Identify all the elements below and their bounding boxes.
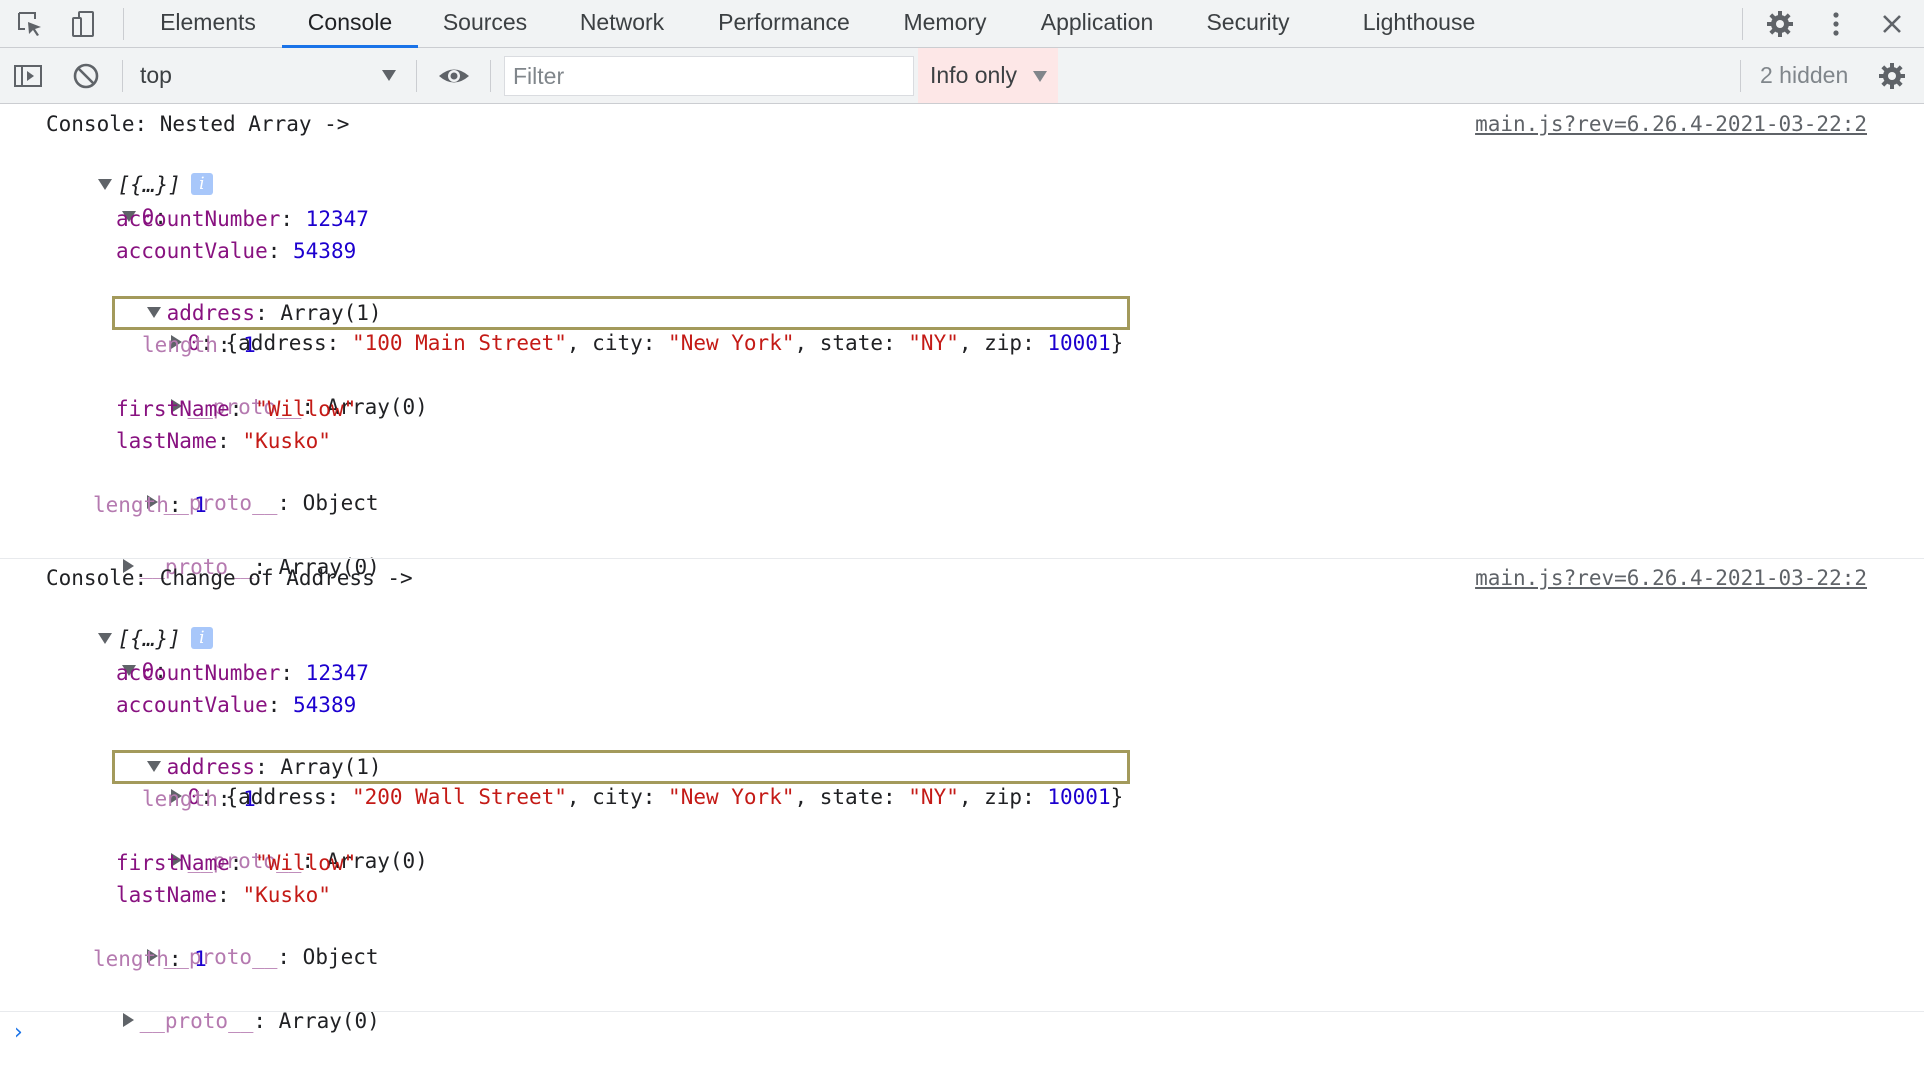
live-expression-eye-icon[interactable] (436, 58, 472, 94)
property-array-proto[interactable]: __proto__: Array(0) (72, 976, 380, 1033)
property-object-proto[interactable]: __proto__: Object (96, 458, 379, 515)
console-toolbar: top Info only 2 hidden (0, 48, 1924, 104)
context-selector[interactable]: top (140, 58, 402, 92)
property-array-length: length: 1 (93, 947, 207, 971)
collapsed-triangle-icon (122, 1013, 134, 1027)
property-address-length: length: 1 (142, 333, 256, 357)
property-array-proto[interactable]: __proto__: Array(0) (72, 522, 380, 579)
clear-console-icon[interactable] (68, 58, 104, 94)
message-divider (0, 1011, 1924, 1012)
tab-performance[interactable]: Performance (706, 0, 862, 48)
tree-toggle-root[interactable]: [{…}] i (47, 594, 213, 651)
filter-input[interactable] (504, 56, 914, 96)
property-address[interactable]: address: Array(1) (96, 722, 382, 779)
show-sidebar-icon[interactable] (10, 58, 46, 94)
property-account-value: accountValue: 54389 (116, 239, 357, 263)
property-address-proto[interactable]: __proto__: Array(0) (120, 816, 428, 873)
chevron-down-icon (382, 70, 396, 81)
tree-toggle-index[interactable]: 0: (71, 172, 167, 229)
tab-console[interactable]: Console (282, 0, 418, 48)
gear-icon[interactable] (1762, 6, 1798, 42)
source-link[interactable]: main.js?rev=6.26.4-2021-03-22:2 (1475, 109, 1867, 139)
toolbar-divider (1740, 60, 1741, 92)
toolbar-divider (122, 60, 123, 92)
tab-application[interactable]: Application (1030, 0, 1164, 48)
devtools-tab-bar: Elements Console Sources Network Perform… (0, 0, 1924, 48)
property-account-number: accountNumber: 12347 (116, 661, 369, 685)
tabbar-divider (123, 8, 124, 40)
tab-security[interactable]: Security (1194, 0, 1302, 48)
log-message-text: Console: Nested Array -> (46, 112, 350, 136)
tab-network[interactable]: Network (566, 0, 678, 48)
tab-memory[interactable]: Memory (890, 0, 1000, 48)
property-first-name: firstName: "Willow" (116, 397, 357, 421)
property-array-length: length: 1 (93, 493, 207, 517)
chevron-down-icon (1033, 71, 1047, 82)
message-divider (0, 558, 1924, 559)
close-icon[interactable] (1874, 6, 1910, 42)
address-entry[interactable]: 0: {address: "100 Main Street", city: "N… (120, 298, 1123, 355)
property-account-number: accountNumber: 12347 (116, 207, 369, 231)
property-last-name: lastName: "Kusko" (116, 883, 331, 907)
info-icon[interactable]: i (190, 173, 213, 195)
address-entry[interactable]: 0: {address: "200 Wall Street", city: "N… (120, 752, 1123, 809)
device-toolbar-icon[interactable] (66, 6, 102, 42)
toolbar-divider (416, 60, 417, 92)
property-last-name: lastName: "Kusko" (116, 429, 331, 453)
console-prompt-chevron-icon[interactable]: › (14, 1020, 23, 1045)
tab-sources[interactable]: Sources (432, 0, 538, 48)
source-link[interactable]: main.js?rev=6.26.4-2021-03-22:2 (1475, 563, 1867, 593)
tabbar-divider (1742, 8, 1743, 40)
inspect-element-icon[interactable] (12, 6, 48, 42)
tab-elements[interactable]: Elements (148, 0, 268, 48)
property-address[interactable]: address: Array(1) (96, 268, 382, 325)
tab-lighthouse[interactable]: Lighthouse (1346, 0, 1492, 48)
property-object-proto[interactable]: __proto__: Object (96, 912, 379, 969)
more-vertical-icon[interactable] (1818, 6, 1854, 42)
tree-toggle-index[interactable]: 0: (71, 626, 167, 683)
property-first-name: firstName: "Willow" (116, 851, 357, 875)
console-settings-gear-icon[interactable] (1874, 58, 1910, 94)
toolbar-divider (490, 60, 491, 92)
log-message-text: Console: Change of Address -> (46, 566, 413, 590)
tree-toggle-root[interactable]: [{…}] i (47, 140, 213, 197)
property-account-value: accountValue: 54389 (116, 693, 357, 717)
property-address-length: length: 1 (142, 787, 256, 811)
hidden-messages-count: 2 hidden (1760, 62, 1849, 88)
info-icon[interactable]: i (190, 627, 213, 649)
property-address-proto[interactable]: __proto__: Array(0) (120, 362, 428, 419)
